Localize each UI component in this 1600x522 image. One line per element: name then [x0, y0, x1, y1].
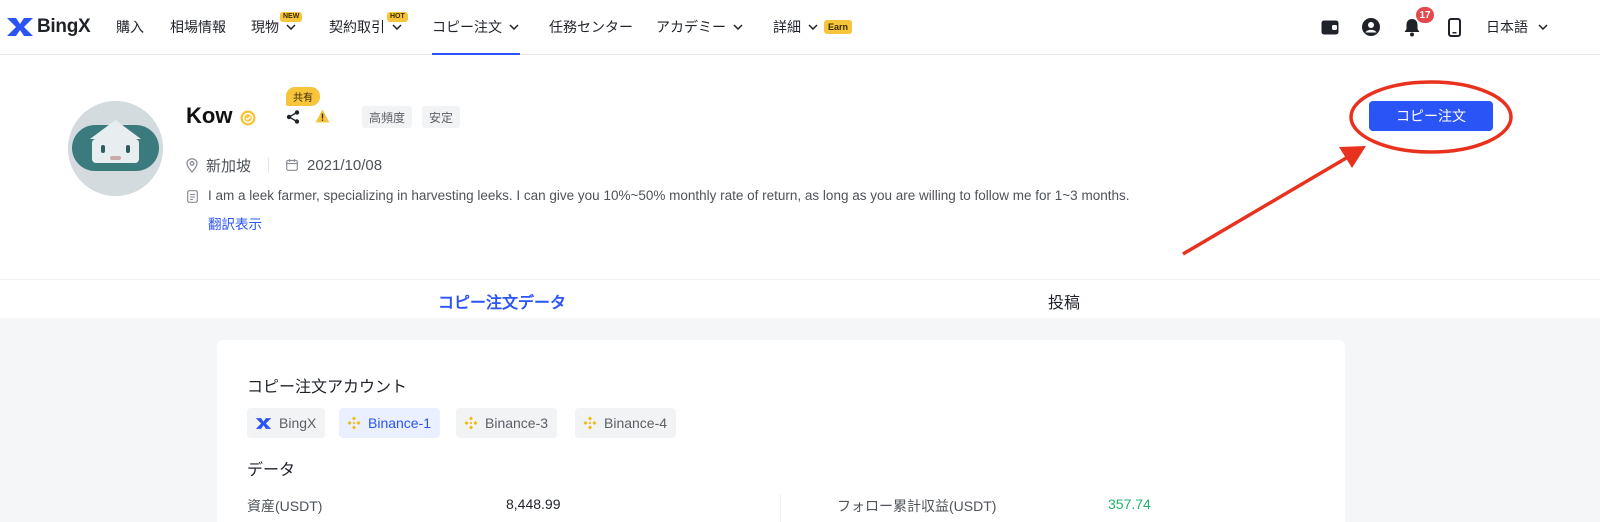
language-label: 日本語 [1486, 19, 1528, 35]
binance-logo-icon [464, 416, 478, 430]
nav-markets[interactable]: 相場情報 [170, 0, 226, 54]
hot-badge: HOT [387, 12, 408, 22]
account-chip-binance-1[interactable]: Binance-1 [339, 408, 441, 438]
join-date-text: 2021/10/08 [307, 156, 383, 174]
binance-logo-icon [583, 416, 597, 430]
top-nav: BingX 購入 相場情報 現物 NEW 契約取引 HOT コピー注文 任務セン… [0, 0, 1600, 55]
account-chip-binance-4[interactable]: Binance-4 [575, 408, 677, 438]
trader-avatar [68, 101, 163, 196]
account-icon[interactable] [1360, 16, 1382, 38]
location-text: 新加坡 [206, 157, 252, 175]
nav-contracts[interactable]: 契約取引 HOT [329, 0, 408, 54]
warning-icon[interactable] [315, 109, 330, 128]
chevron-down-icon [286, 24, 296, 30]
nav-label: 相場情報 [170, 19, 226, 35]
location-pin-icon [186, 157, 198, 173]
bingx-logo-icon [7, 18, 33, 36]
nav-label: 詳細 [773, 19, 801, 35]
trader-bio: I am a leek farmer, specializing in harv… [208, 188, 1130, 203]
trader-tag: 安定 [422, 106, 461, 128]
bingx-logo[interactable]: BingX [6, 14, 91, 40]
nav-label: コピー注文 [432, 19, 502, 35]
trader-join-date: 2021/10/08 [286, 155, 382, 175]
account-chip-bingx[interactable]: BingX [247, 408, 326, 438]
notification-count-badge: 17 [1416, 7, 1434, 23]
chevron-down-icon [1538, 24, 1548, 30]
account-label: Binance-3 [485, 415, 549, 431]
earn-badge: Earn [824, 20, 853, 34]
share-icon[interactable] [286, 110, 300, 129]
copy-trade-button[interactable]: コピー注文 [1369, 101, 1493, 131]
chevron-down-icon [392, 24, 402, 30]
bingx-logo-icon [255, 417, 272, 430]
data-divider [780, 494, 781, 522]
trader-name: Kow [186, 103, 233, 128]
shared-tag: 共有 [286, 87, 320, 106]
calendar-icon [286, 159, 298, 171]
wallet-icon[interactable] [1319, 16, 1341, 38]
nav-task-center[interactable]: 任務センター [549, 0, 633, 54]
tab-copy-data[interactable]: コピー注文データ [438, 289, 567, 320]
trader-location: 新加坡 [186, 155, 251, 175]
trader-tag: 高頻度 [362, 106, 413, 128]
mobile-app-icon[interactable] [1443, 16, 1465, 38]
account-label: Binance-1 [368, 415, 432, 431]
nav-label: 購入 [116, 19, 144, 35]
nav-more[interactable]: 詳細 Earn [773, 0, 853, 54]
nav-label: アカデミー [656, 19, 726, 35]
account-label: BingX [279, 415, 317, 431]
chevron-down-icon [509, 24, 519, 30]
new-badge: NEW [280, 12, 303, 22]
nav-label: 現物 [251, 19, 279, 35]
assets-value: 8,448.99 [506, 496, 561, 512]
account-label: Binance-4 [604, 415, 668, 431]
annotation-arrow-head [1339, 146, 1366, 168]
verified-badge-icon [240, 110, 256, 131]
chevron-down-icon [808, 24, 818, 30]
assets-label: 資産(USDT) [247, 498, 323, 514]
language-selector[interactable]: 日本語 [1486, 0, 1548, 54]
brand-name: BingX [37, 16, 91, 37]
chevron-down-icon [733, 24, 743, 30]
annotation-arrow-line [1182, 155, 1349, 256]
document-icon [187, 190, 198, 208]
nav-label: 契約取引 [329, 19, 385, 35]
binance-logo-icon [347, 416, 361, 430]
accounts-title: コピー注文アカウント [247, 379, 408, 396]
avatar-robot-icon [68, 101, 163, 196]
follow-profit-value: 357.74 [1108, 496, 1151, 512]
nav-spot[interactable]: 現物 NEW [251, 0, 303, 54]
nav-copy-trading[interactable]: コピー注文 [432, 0, 520, 55]
tab-posts[interactable]: 投稿 [1048, 289, 1080, 319]
translate-link[interactable]: 翻訳表示 [208, 213, 262, 233]
follow-profit-label: フォロー累計収益(USDT) [837, 498, 997, 514]
nav-academy[interactable]: アカデミー [656, 0, 743, 54]
nav-buy[interactable]: 購入 [116, 0, 144, 54]
meta-divider [268, 158, 269, 173]
nav-label: 任務センター [549, 19, 633, 35]
profile-tabs: コピー注文データ 投稿 [0, 279, 1600, 320]
data-section-title: データ [247, 462, 296, 479]
account-chip-binance-3[interactable]: Binance-3 [456, 408, 558, 438]
